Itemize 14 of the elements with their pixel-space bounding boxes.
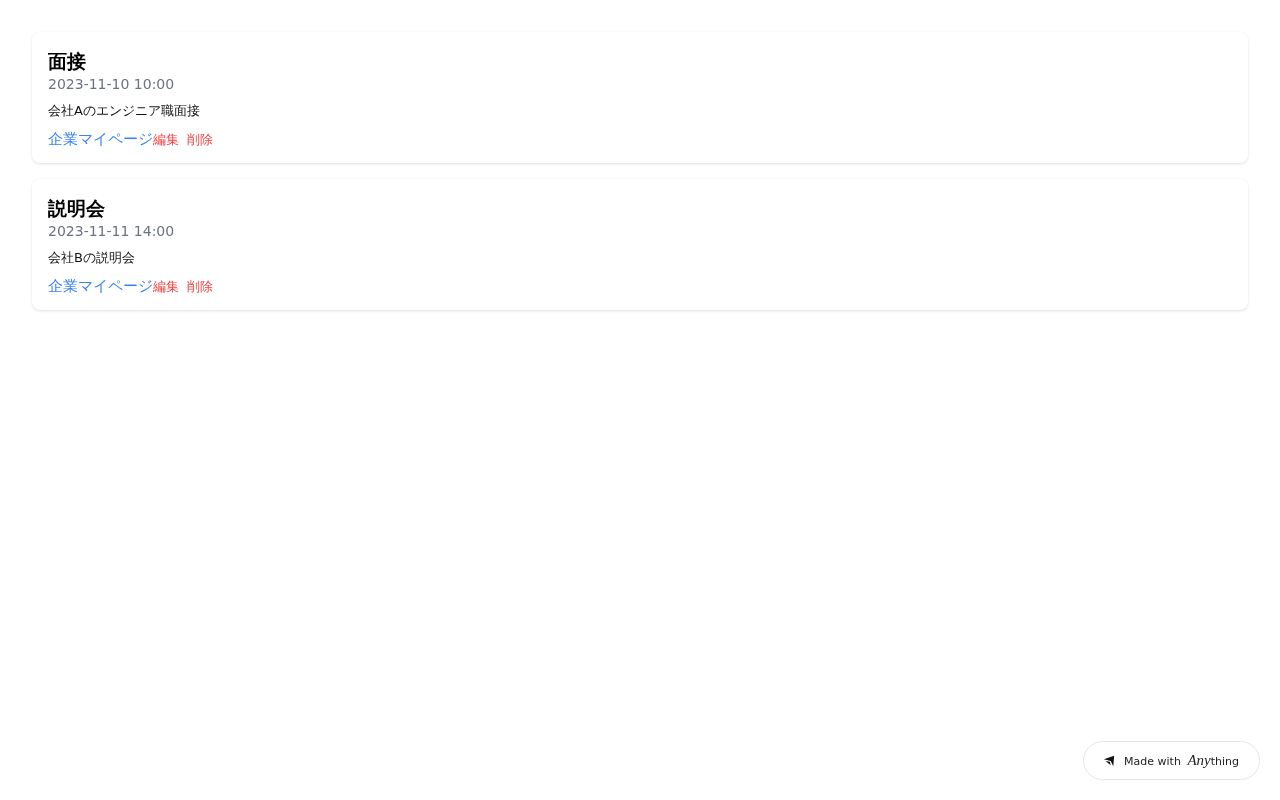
delete-button[interactable]: 削除 [187, 131, 213, 149]
edit-button[interactable]: 編集 [153, 131, 179, 149]
event-description: 会社Bの説明会 [48, 249, 136, 267]
event-datetime: 2023-11-10 10:00 [48, 75, 176, 94]
logo-icon [1102, 754, 1117, 767]
delete-button[interactable]: 削除 [187, 278, 213, 296]
company-page-link[interactable]: 企業マイページ [48, 130, 153, 149]
event-description: 会社Aのエンジニア職面接 [48, 102, 201, 120]
event-title: 面接 [48, 49, 87, 74]
event-title: 説明会 [48, 196, 106, 221]
event-datetime: 2023-11-11 14:00 [48, 222, 176, 241]
company-page-link[interactable]: 企業マイページ [48, 277, 153, 296]
made-with-badge[interactable]: Made with Anything [1083, 741, 1260, 780]
edit-button[interactable]: 編集 [153, 278, 179, 296]
